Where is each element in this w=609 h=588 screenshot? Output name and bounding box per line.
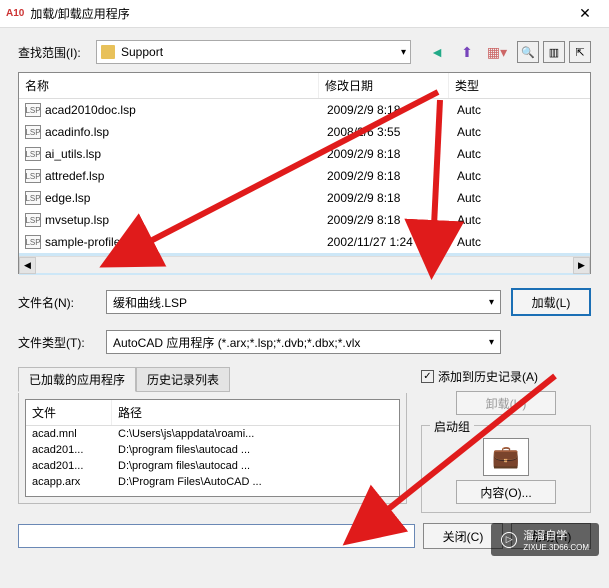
loaded-file: acad.mnl (32, 428, 118, 440)
file-type: Autc (457, 213, 590, 227)
unload-button[interactable]: 卸载(U) (456, 391, 556, 415)
file-name: sample-profile-util (45, 235, 327, 249)
chevron-down-icon: ▾ (489, 297, 494, 308)
file-type: Autc (457, 235, 590, 249)
loaded-path: D:\program files\autocad ... (118, 460, 393, 472)
lsp-file-icon: LSP (25, 103, 41, 117)
file-row[interactable]: LSP attredef.lsp2009/2/9 8:18Autc (19, 165, 590, 187)
file-list[interactable]: 名称 修改日期 类型 LSPacad2010doc.lsp2009/2/9 8:… (18, 72, 591, 274)
col-header-date[interactable]: 修改日期 (319, 73, 449, 98)
lsp-file-icon: LSP (25, 125, 41, 139)
loaded-file: acad201... (32, 460, 118, 472)
play-icon: ▷ (501, 532, 517, 548)
briefcase-icon[interactable]: 💼 (483, 438, 529, 476)
watermark-brand: 溜溜自学 (523, 527, 589, 543)
close-icon[interactable]: ✕ (567, 0, 603, 28)
startup-group-label: 启动组 (430, 418, 474, 435)
file-row[interactable]: LSP acadinfo.lsp2008/2/6 3:55Autc (19, 121, 590, 143)
filetype-combo[interactable]: AutoCAD 应用程序 (*.arx;*.lsp;*.dvb;*.dbx;*.… (106, 330, 501, 354)
file-type: Autc (457, 191, 590, 205)
status-box (18, 524, 415, 548)
loaded-row[interactable]: acapp.arxD:\Program Files\AutoCAD ... (26, 474, 399, 490)
file-row[interactable]: LSP edge.lsp2009/2/9 8:18Autc (19, 187, 590, 209)
loaded-path: D:\program files\autocad ... (118, 444, 393, 456)
back-icon[interactable]: ◄ (425, 41, 449, 63)
filename-combo[interactable]: 缓和曲线.LSP ▾ (106, 290, 501, 314)
file-date: 2009/2/9 8:18 (327, 103, 457, 117)
loaded-path: C:\Users\js\appdata\roami... (118, 428, 393, 440)
file-type: Autc (457, 147, 590, 161)
tab-loaded-apps[interactable]: 已加载的应用程序 (18, 367, 136, 392)
filename-value: 缓和曲线.LSP (113, 294, 187, 311)
watermark-url: ZIXUE.3D66.COM (523, 543, 589, 552)
file-name: attredef.lsp (45, 169, 327, 183)
tab-history[interactable]: 历史记录列表 (136, 367, 230, 392)
lsp-file-icon: LSP (25, 191, 41, 205)
col-header-path[interactable]: 路径 (112, 400, 399, 425)
lookin-combo[interactable]: Support ▾ (96, 40, 411, 64)
file-name: mvsetup.lsp (45, 213, 327, 227)
horizontal-scrollbar[interactable]: ◀ ▶ (19, 256, 590, 273)
loaded-row[interactable]: acad.mnlC:\Users\js\appdata\roami... (26, 426, 399, 442)
window-title: 加载/卸载应用程序 (30, 5, 567, 22)
lsp-file-icon: LSP (25, 235, 41, 249)
loaded-path: D:\Program Files\AutoCAD ... (118, 476, 393, 488)
app-icon: A10 (6, 8, 24, 19)
file-type: Autc (457, 125, 590, 139)
file-type: Autc (457, 103, 590, 117)
lsp-file-icon: LSP (25, 213, 41, 227)
scroll-left-icon[interactable]: ◀ (19, 257, 36, 274)
col-header-type[interactable]: 类型 (449, 73, 590, 98)
chevron-down-icon: ▾ (401, 47, 406, 58)
col-header-name[interactable]: 名称 (19, 73, 319, 98)
loaded-row[interactable]: acad201...D:\program files\autocad ... (26, 442, 399, 458)
file-date: 2009/2/9 8:18 (327, 213, 457, 227)
chevron-down-icon: ▾ (489, 337, 494, 348)
find-icon[interactable]: 🔍 (517, 41, 539, 63)
view-icon[interactable]: ▦▾ (485, 41, 509, 63)
lookin-value: Support (121, 45, 163, 59)
loaded-file: acapp.arx (32, 476, 118, 488)
col-header-file[interactable]: 文件 (26, 400, 112, 425)
loaded-file: acad201... (32, 444, 118, 456)
scroll-right-icon[interactable]: ▶ (573, 257, 590, 274)
file-name: ai_utils.lsp (45, 147, 327, 161)
file-row[interactable]: LSP acad2010doc.lsp2009/2/9 8:18Autc (19, 99, 590, 121)
file-name: edge.lsp (45, 191, 327, 205)
filetype-value: AutoCAD 应用程序 (*.arx;*.lsp;*.dvb;*.dbx;*.… (113, 334, 360, 351)
file-date: 2009/2/9 8:18 (327, 147, 457, 161)
add-history-checkbox[interactable]: ✓ (421, 370, 434, 383)
options-icon[interactable]: ⇱ (569, 41, 591, 63)
up-folder-icon[interactable]: ⬆ (455, 41, 479, 63)
file-name: acadinfo.lsp (45, 125, 327, 139)
properties-icon[interactable]: ▥ (543, 41, 565, 63)
file-date: 2009/2/9 8:18 (327, 191, 457, 205)
watermark: ▷ 溜溜自学 ZIXUE.3D66.COM (491, 523, 599, 556)
loaded-apps-list[interactable]: 文件 路径 acad.mnlC:\Users\js\appdata\roami.… (25, 399, 400, 497)
file-name: acad2010doc.lsp (45, 103, 327, 117)
load-button[interactable]: 加载(L) (511, 288, 591, 316)
filename-label: 文件名(N): (18, 294, 96, 311)
lsp-file-icon: LSP (25, 169, 41, 183)
file-date: 2002/11/27 1:24 (327, 235, 457, 249)
filetype-label: 文件类型(T): (18, 334, 96, 351)
add-history-label: 添加到历史记录(A) (438, 368, 538, 385)
file-type: Autc (457, 169, 590, 183)
file-date: 2008/2/6 3:55 (327, 125, 457, 139)
folder-icon (101, 45, 115, 59)
lookin-label: 查找范围(I): (18, 44, 96, 61)
file-row[interactable]: LSP sample-profile-util2002/11/27 1:24Aut… (19, 231, 590, 253)
file-date: 2009/2/9 8:18 (327, 169, 457, 183)
lsp-file-icon: LSP (25, 147, 41, 161)
loaded-row[interactable]: acad201...D:\program files\autocad ... (26, 458, 399, 474)
file-row[interactable]: LSP mvsetup.lsp2009/2/9 8:18Autc (19, 209, 590, 231)
file-row[interactable]: LSP ai_utils.lsp2009/2/9 8:18Autc (19, 143, 590, 165)
contents-button[interactable]: 内容(O)... (456, 480, 556, 504)
